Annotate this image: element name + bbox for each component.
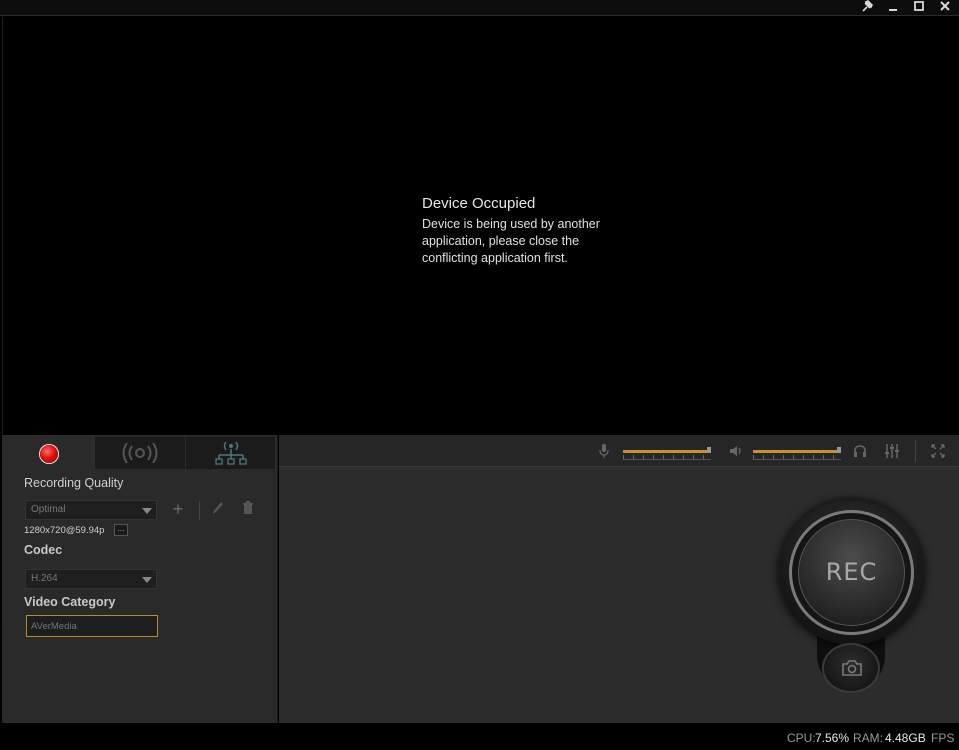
maximize-icon[interactable] [909,0,929,14]
codec-dropdown[interactable]: H.264 [25,569,157,589]
microphone-icon[interactable] [599,444,609,461]
cpu-value: 7.56% [815,731,850,745]
audio-toolbar [279,435,959,467]
record-dot-icon [40,445,58,463]
rec-button[interactable]: REC [798,519,905,626]
recording-quality-label: Recording Quality [24,476,124,490]
mic-volume-fill [623,450,709,453]
speaker-volume-fill [753,450,839,453]
camera-icon [842,660,862,676]
fullscreen-icon[interactable] [931,444,945,461]
message-line: Device is being used by another [422,217,600,231]
message-body: Device is being used by another applicat… [422,216,642,267]
add-profile-button[interactable]: + [170,499,186,519]
video-category-label: Video Category [24,595,116,609]
delete-profile-button[interactable] [240,501,256,519]
pin-icon[interactable] [857,0,877,14]
cpu-label: CPU: [787,731,816,745]
slider-knob[interactable] [837,447,841,453]
chevron-down-icon [142,577,152,583]
message-line: application, please close the [422,234,580,248]
divider [915,440,916,462]
close-icon[interactable] [935,0,955,14]
slider-knob[interactable] [707,447,711,453]
headphones-icon[interactable] [853,444,867,461]
mode-tabs [4,437,276,469]
message-line: conflicting application first. [422,251,568,265]
quality-value: Optimal [31,504,66,515]
slider-ticks [623,455,711,460]
codec-value: H.264 [31,573,58,584]
device-message: Device Occupied Device is being used by … [422,194,642,267]
record-controls: REC [779,500,924,700]
mic-volume-slider[interactable] [623,447,711,461]
network-icon [215,441,247,465]
plus-icon: + [172,499,184,519]
video-category-input[interactable] [26,615,158,637]
resolution-more-button[interactable]: ... [114,524,128,536]
pencil-icon [213,502,223,514]
mixer-icon[interactable] [884,443,900,462]
title-bar [0,0,959,16]
rec-bezel: REC [779,500,924,645]
fps-label: FPS [931,731,955,745]
snapshot-button[interactable] [822,643,880,693]
ram-label: RAM: [853,731,883,745]
slider-ticks [753,455,841,460]
quality-dropdown[interactable]: Optimal [25,500,157,520]
video-preview: Device Occupied Device is being used by … [2,17,957,434]
status-bar: CPU: 7.56% RAM: 4.48GB FPS [0,723,959,750]
codec-label: Codec [24,543,63,557]
tab-network[interactable] [186,437,276,469]
tab-stream[interactable] [95,437,186,469]
speaker-volume-slider[interactable] [753,447,841,461]
ram-value: 4.48GB [885,731,926,745]
resolution-text: 1280x720@59.94p [24,525,105,536]
broadcast-icon [122,443,158,463]
tab-record[interactable] [4,437,95,469]
divider [199,501,200,520]
speaker-icon[interactable] [729,444,743,461]
chevron-down-icon [142,508,152,514]
trash-icon [243,501,253,514]
control-panel: REC [279,435,959,723]
edit-profile-button[interactable] [210,501,226,519]
settings-panel: Recording Quality Optimal + 1280x720@59.… [2,435,278,723]
message-title: Device Occupied [422,195,536,212]
minimize-icon[interactable] [883,0,903,14]
